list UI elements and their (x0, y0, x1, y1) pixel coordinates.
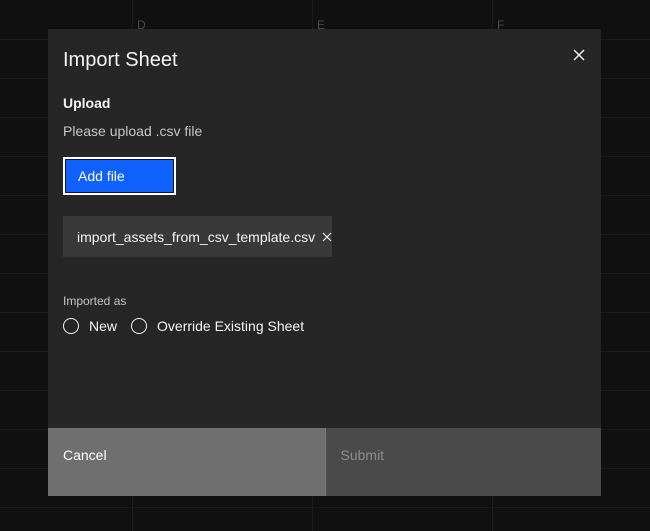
grid-line (0, 507, 650, 508)
submit-button[interactable]: Submit (324, 428, 601, 496)
uploaded-file-name: import_assets_from_csv_template.csv (77, 228, 316, 245)
imported-as-label: Imported as (63, 294, 127, 308)
close-icon (322, 232, 332, 241)
modal-footer: Cancel Submit (48, 428, 601, 496)
radio-button[interactable] (63, 318, 79, 334)
modal-title: Import Sheet (63, 49, 178, 71)
radio-option-override[interactable]: Override Existing Sheet (131, 318, 304, 334)
add-file-button[interactable]: Add file (63, 157, 176, 195)
upload-description: Please upload .csv file (63, 123, 203, 139)
radio-label: Override Existing Sheet (157, 318, 305, 334)
radio-option-new[interactable]: New (63, 318, 117, 334)
import-sheet-modal: Import Sheet Upload Please upload .csv f… (48, 29, 601, 496)
imported-as-radio-group: New Override Existing Sheet (63, 318, 318, 334)
upload-heading: Upload (63, 95, 111, 111)
radio-button[interactable] (131, 318, 148, 334)
uploaded-file-chip: import_assets_from_csv_template.csv (63, 216, 332, 257)
radio-label: New (89, 318, 118, 334)
close-button[interactable] (565, 41, 593, 69)
cancel-button[interactable]: Cancel (48, 428, 325, 496)
close-icon (573, 49, 585, 61)
remove-file-button[interactable] (322, 230, 332, 244)
